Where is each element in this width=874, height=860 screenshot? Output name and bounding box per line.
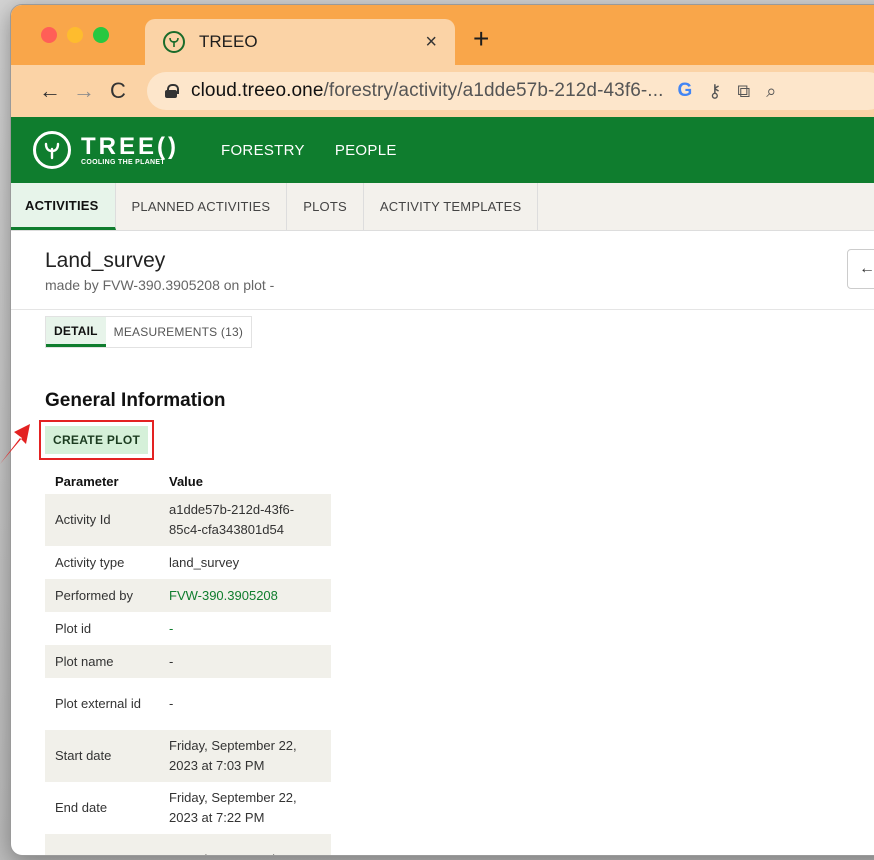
- table-row: Saturday, September 23: [45, 834, 331, 855]
- performed-by-link[interactable]: FVW-390.3905208: [159, 579, 331, 612]
- create-plot-button[interactable]: CREATE PLOT: [38, 420, 155, 460]
- address-bar[interactable]: cloud.treeo.one/forestry/activity/a1dde5…: [147, 72, 874, 110]
- row-key: Activity Id: [45, 494, 159, 546]
- row-key: End date: [45, 782, 159, 834]
- row-key: Plot external id: [45, 678, 159, 730]
- zoom-icon[interactable]: ⌕: [766, 81, 776, 102]
- tab-strip: TREEO × +: [11, 5, 874, 65]
- minimize-window-button[interactable]: [67, 27, 83, 43]
- treeo-favicon-icon: [163, 31, 185, 53]
- nav-forestry[interactable]: FORESTRY: [221, 142, 305, 159]
- lock-icon: [165, 84, 179, 98]
- logo-name: TREE(): [81, 132, 179, 160]
- section-tabs: ACTIVITIES PLANNED ACTIVITIES PLOTS ACTI…: [11, 183, 874, 231]
- browser-window: TREEO × + ← → C cloud.treeo.one/forestry…: [10, 4, 874, 856]
- new-tab-button[interactable]: +: [473, 23, 489, 55]
- row-value: a1dde57b-212d-43f6-85c4-cfa343801d54: [159, 494, 331, 546]
- column-header-parameter: Parameter: [55, 473, 119, 489]
- logo-tagline: COOLING THE PLANET: [81, 158, 165, 166]
- tab-close-icon[interactable]: ×: [425, 31, 437, 54]
- app-header: TREE() COOLING THE PLANET FORESTRY PEOPL…: [11, 117, 874, 183]
- browser-tab[interactable]: TREEO ×: [145, 19, 455, 65]
- row-key: Start date: [45, 730, 159, 782]
- table-row: Start date Friday, September 22, 2023 at…: [45, 730, 331, 782]
- tab-measurements[interactable]: MEASUREMENTS (13): [106, 317, 251, 347]
- column-header-value: Value: [169, 473, 203, 489]
- arrow-left-icon: ←: [859, 260, 874, 277]
- detail-tabs: DETAIL MEASUREMENTS (13): [45, 316, 253, 348]
- table-row: Performed by FVW-390.3905208: [45, 579, 331, 612]
- address-bar-icons: G ⚷ ⧉ ⌕: [677, 80, 776, 102]
- row-key: Activity type: [45, 546, 159, 579]
- key-icon[interactable]: ⚷: [708, 81, 721, 102]
- table-row: Plot id -: [45, 612, 331, 645]
- table-row: Activity Id a1dde57b-212d-43f6-85c4-cfa3…: [45, 494, 331, 546]
- tree-logo-icon: [33, 131, 71, 169]
- divider: [11, 309, 874, 310]
- tab-title: TREEO: [199, 32, 258, 51]
- table-row: Plot name -: [45, 645, 331, 678]
- browser-toolbar: ← → C cloud.treeo.one/forestry/activity/…: [11, 65, 874, 117]
- nav-people[interactable]: PEOPLE: [335, 142, 397, 159]
- main-content: Land_survey made by FVW-390.3905208 on p…: [11, 231, 874, 855]
- back-button[interactable]: ←: [847, 249, 874, 289]
- url-text: cloud.treeo.one/forestry/activity/a1dde5…: [191, 80, 663, 102]
- row-key: Plot name: [45, 645, 159, 678]
- url-host: cloud.treeo.one: [191, 80, 324, 101]
- row-value: -: [159, 678, 331, 730]
- url-path: /forestry/activity/a1dde57b-212d-43f6-..…: [323, 80, 664, 101]
- back-arrow-icon[interactable]: ←: [33, 78, 67, 104]
- maximize-window-button[interactable]: [93, 27, 109, 43]
- google-icon[interactable]: G: [677, 80, 692, 102]
- tab-activities[interactable]: ACTIVITIES: [11, 183, 116, 230]
- page-title: Land_survey: [45, 249, 166, 272]
- open-external-icon[interactable]: ⧉: [737, 81, 750, 102]
- window-controls: [41, 27, 109, 43]
- section-title: General Information: [45, 390, 226, 411]
- general-info-table: Parameter Value Activity Id a1dde57b-212…: [45, 468, 331, 855]
- tab-plots[interactable]: PLOTS: [287, 183, 364, 230]
- tab-detail[interactable]: DETAIL: [46, 317, 106, 347]
- row-key: Plot id: [45, 612, 159, 645]
- row-value: Friday, September 22, 2023 at 7:22 PM: [159, 782, 331, 834]
- row-value: -: [159, 645, 331, 678]
- plot-id-link[interactable]: -: [159, 612, 331, 645]
- close-window-button[interactable]: [41, 27, 57, 43]
- row-value: land_survey: [159, 546, 331, 579]
- row-value: Saturday, September 23: [159, 834, 331, 855]
- row-key: Performed by: [45, 579, 159, 612]
- tab-planned-activities[interactable]: PLANNED ACTIVITIES: [116, 183, 288, 230]
- forward-arrow-icon[interactable]: →: [67, 78, 101, 104]
- reload-icon[interactable]: C: [101, 78, 135, 104]
- tab-activity-templates[interactable]: ACTIVITY TEMPLATES: [364, 183, 539, 230]
- row-key: [45, 834, 159, 855]
- red-arrow-indicator: [0, 424, 30, 464]
- table-row: End date Friday, September 22, 2023 at 7…: [45, 782, 331, 834]
- table-row: Activity type land_survey: [45, 546, 331, 579]
- main-nav: FORESTRY PEOPLE: [221, 142, 397, 159]
- row-value: Friday, September 22, 2023 at 7:03 PM: [159, 730, 331, 782]
- table-row: Plot external id -: [45, 678, 331, 730]
- page-subtitle: made by FVW-390.3905208 on plot -: [45, 277, 275, 293]
- treeo-logo[interactable]: TREE() COOLING THE PLANET: [33, 131, 179, 169]
